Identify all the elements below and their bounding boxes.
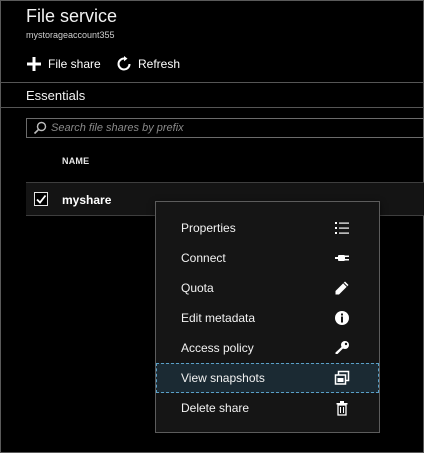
divider [0,107,424,108]
plus-icon [27,57,41,71]
pencil-icon [335,281,349,295]
menu-item-label: Properties [181,221,236,235]
context-menu: Properties Connect Quota Edit metadata A… [155,201,380,433]
menu-item-label: Quota [181,281,214,295]
essentials-toggle[interactable]: Essentials [26,88,85,103]
menu-item-label: Access policy [181,341,254,355]
refresh-label: Refresh [138,57,181,71]
list-icon [335,222,349,234]
menu-item-view-snapshots[interactable]: View snapshots [156,363,379,393]
snapshots-icon [334,370,350,385]
row-checkbox[interactable] [34,192,48,206]
share-name: myshare [62,193,112,207]
search-input[interactable] [51,122,411,134]
checkmark-icon [36,194,47,204]
menu-item-access-policy[interactable]: Access policy [156,333,379,363]
column-header-name[interactable]: NAME [62,156,89,166]
menu-item-label: Connect [181,251,226,265]
menu-item-properties[interactable]: Properties [156,213,379,243]
add-file-share-label: File share [48,57,101,71]
trash-icon [336,401,348,416]
divider [0,82,424,83]
menu-item-delete-share[interactable]: Delete share [156,393,379,423]
plug-icon [335,255,349,261]
menu-item-label: View snapshots [181,371,265,385]
menu-item-quota[interactable]: Quota [156,273,379,303]
add-file-share-button[interactable]: File share [26,54,101,74]
key-icon [335,341,349,354]
search-icon [33,121,47,135]
page-title: File service [26,6,118,26]
menu-item-edit-metadata[interactable]: Edit metadata [156,303,379,333]
menu-item-label: Delete share [181,401,250,415]
search-box [26,118,424,138]
menu-item-label: Edit metadata [181,311,256,325]
info-icon [335,311,349,325]
menu-item-connect[interactable]: Connect [156,243,379,273]
refresh-icon [117,56,131,71]
storage-account-name: mystorageaccount355 [26,30,115,40]
refresh-button[interactable]: Refresh [116,54,180,74]
